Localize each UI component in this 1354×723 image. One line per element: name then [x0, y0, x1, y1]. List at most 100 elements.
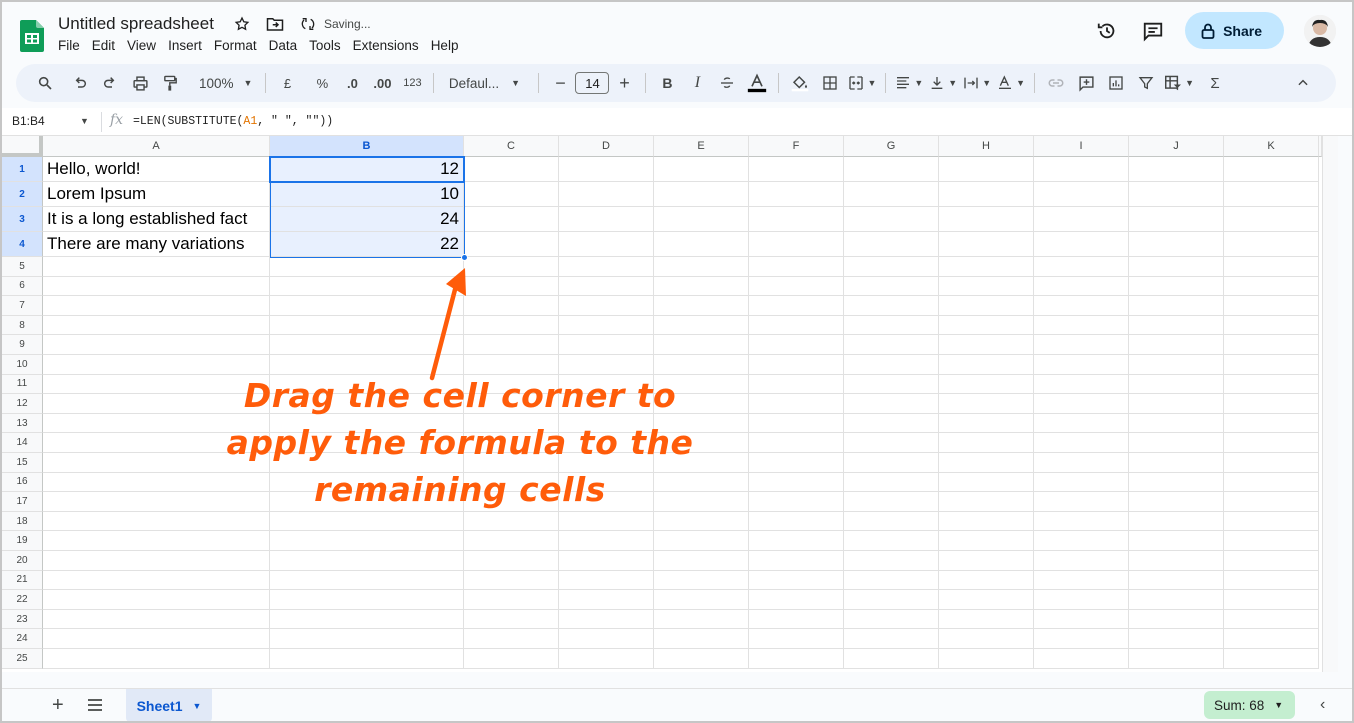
font-family-select[interactable]: Defaul... ▼	[443, 70, 525, 96]
cell-f23[interactable]	[749, 609, 844, 630]
row-header-8[interactable]: 8	[2, 315, 43, 336]
cell-c21[interactable]	[464, 570, 559, 591]
sheets-logo-icon[interactable]	[20, 20, 44, 52]
strikethrough-icon[interactable]	[715, 70, 739, 96]
cell-d5[interactable]	[559, 257, 654, 277]
cell-g19[interactable]	[844, 531, 939, 551]
cell-e18[interactable]	[654, 511, 749, 532]
cell-j12[interactable]	[1129, 394, 1224, 414]
cell-h3[interactable]	[939, 207, 1034, 232]
vertical-align-icon[interactable]: ▼	[929, 70, 957, 96]
cell-e2[interactable]	[654, 182, 749, 207]
menu-view[interactable]: View	[121, 37, 162, 54]
cell-e4[interactable]	[654, 232, 749, 257]
cell-j21[interactable]	[1129, 570, 1224, 591]
row-header-3[interactable]: 3	[2, 207, 43, 232]
cell-g16[interactable]	[844, 472, 939, 493]
cell-b21[interactable]	[270, 570, 464, 591]
cell-h18[interactable]	[939, 511, 1034, 532]
column-header-d[interactable]: D	[559, 136, 654, 157]
cell-h7[interactable]	[939, 296, 1034, 316]
cell-g14[interactable]	[844, 433, 939, 453]
cell-i2[interactable]	[1034, 182, 1129, 207]
cell-a24[interactable]	[43, 629, 270, 649]
bold-button[interactable]: B	[655, 70, 679, 96]
cell-g6[interactable]	[844, 276, 939, 297]
cell-g13[interactable]	[844, 413, 939, 434]
insert-chart-icon[interactable]	[1104, 70, 1128, 96]
cell-c18[interactable]	[464, 511, 559, 532]
cell-h10[interactable]	[939, 355, 1034, 375]
cell-i7[interactable]	[1034, 296, 1129, 316]
cell-e22[interactable]	[654, 590, 749, 610]
cell-i21[interactable]	[1034, 570, 1129, 591]
cell-j23[interactable]	[1129, 609, 1224, 630]
text-color-icon[interactable]	[745, 70, 769, 96]
chevron-down-icon[interactable]: ▼	[80, 116, 89, 126]
functions-button[interactable]: Σ	[1203, 70, 1227, 96]
cell-e8[interactable]	[654, 315, 749, 336]
row-header-19[interactable]: 19	[2, 531, 43, 551]
cell-k8[interactable]	[1224, 315, 1319, 336]
row-header-23[interactable]: 23	[2, 609, 43, 630]
cell-g25[interactable]	[844, 649, 939, 669]
cell-a6[interactable]	[43, 276, 270, 297]
cell-i20[interactable]	[1034, 551, 1129, 571]
cell-a8[interactable]	[43, 315, 270, 336]
cell-h14[interactable]	[939, 433, 1034, 453]
merge-cells-icon[interactable]: ▼	[848, 70, 876, 96]
cell-j20[interactable]	[1129, 551, 1224, 571]
cell-i18[interactable]	[1034, 511, 1129, 532]
cell-c19[interactable]	[464, 531, 559, 551]
cell-i14[interactable]	[1034, 433, 1129, 453]
cell-h6[interactable]	[939, 276, 1034, 297]
cell-g20[interactable]	[844, 551, 939, 571]
print-icon[interactable]	[128, 70, 152, 96]
menu-format[interactable]: Format	[208, 37, 263, 54]
cell-i23[interactable]	[1034, 609, 1129, 630]
column-header-f[interactable]: F	[749, 136, 844, 157]
menu-file[interactable]: File	[52, 37, 86, 54]
column-header-i[interactable]: I	[1034, 136, 1129, 157]
cell-k24[interactable]	[1224, 629, 1319, 649]
cell-d9[interactable]	[559, 335, 654, 355]
cell-i8[interactable]	[1034, 315, 1129, 336]
cell-a2[interactable]: Lorem Ipsum	[43, 182, 270, 207]
menu-data[interactable]: Data	[263, 37, 304, 54]
row-header-17[interactable]: 17	[2, 492, 43, 512]
cell-g18[interactable]	[844, 511, 939, 532]
more-formats-button[interactable]: 123	[400, 70, 424, 96]
add-sheet-button[interactable]: +	[52, 694, 64, 717]
menu-extensions[interactable]: Extensions	[347, 37, 425, 54]
cell-f15[interactable]	[749, 453, 844, 473]
cell-f5[interactable]	[749, 257, 844, 277]
paint-format-icon[interactable]	[158, 70, 182, 96]
cell-k16[interactable]	[1224, 472, 1319, 493]
cell-e21[interactable]	[654, 570, 749, 591]
cell-f17[interactable]	[749, 492, 844, 512]
cell-c22[interactable]	[464, 590, 559, 610]
cell-d19[interactable]	[559, 531, 654, 551]
cell-j14[interactable]	[1129, 433, 1224, 453]
collapse-toolbar-icon[interactable]	[1291, 70, 1315, 96]
cell-h8[interactable]	[939, 315, 1034, 336]
redo-icon[interactable]	[98, 70, 122, 96]
row-header-25[interactable]: 25	[2, 649, 43, 669]
cell-h24[interactable]	[939, 629, 1034, 649]
cell-k12[interactable]	[1224, 394, 1319, 414]
cell-i6[interactable]	[1034, 276, 1129, 297]
cell-e3[interactable]	[654, 207, 749, 232]
cell-h17[interactable]	[939, 492, 1034, 512]
sheet-tab-sheet1[interactable]: Sheet1 ▼	[126, 689, 212, 722]
cell-a9[interactable]	[43, 335, 270, 355]
cell-f14[interactable]	[749, 433, 844, 453]
cell-g1[interactable]	[844, 157, 939, 182]
cell-f19[interactable]	[749, 531, 844, 551]
cell-j6[interactable]	[1129, 276, 1224, 297]
cell-g2[interactable]	[844, 182, 939, 207]
cell-e25[interactable]	[654, 649, 749, 669]
cell-c3[interactable]	[464, 207, 559, 232]
cell-g21[interactable]	[844, 570, 939, 591]
cell-g23[interactable]	[844, 609, 939, 630]
cell-k6[interactable]	[1224, 276, 1319, 297]
